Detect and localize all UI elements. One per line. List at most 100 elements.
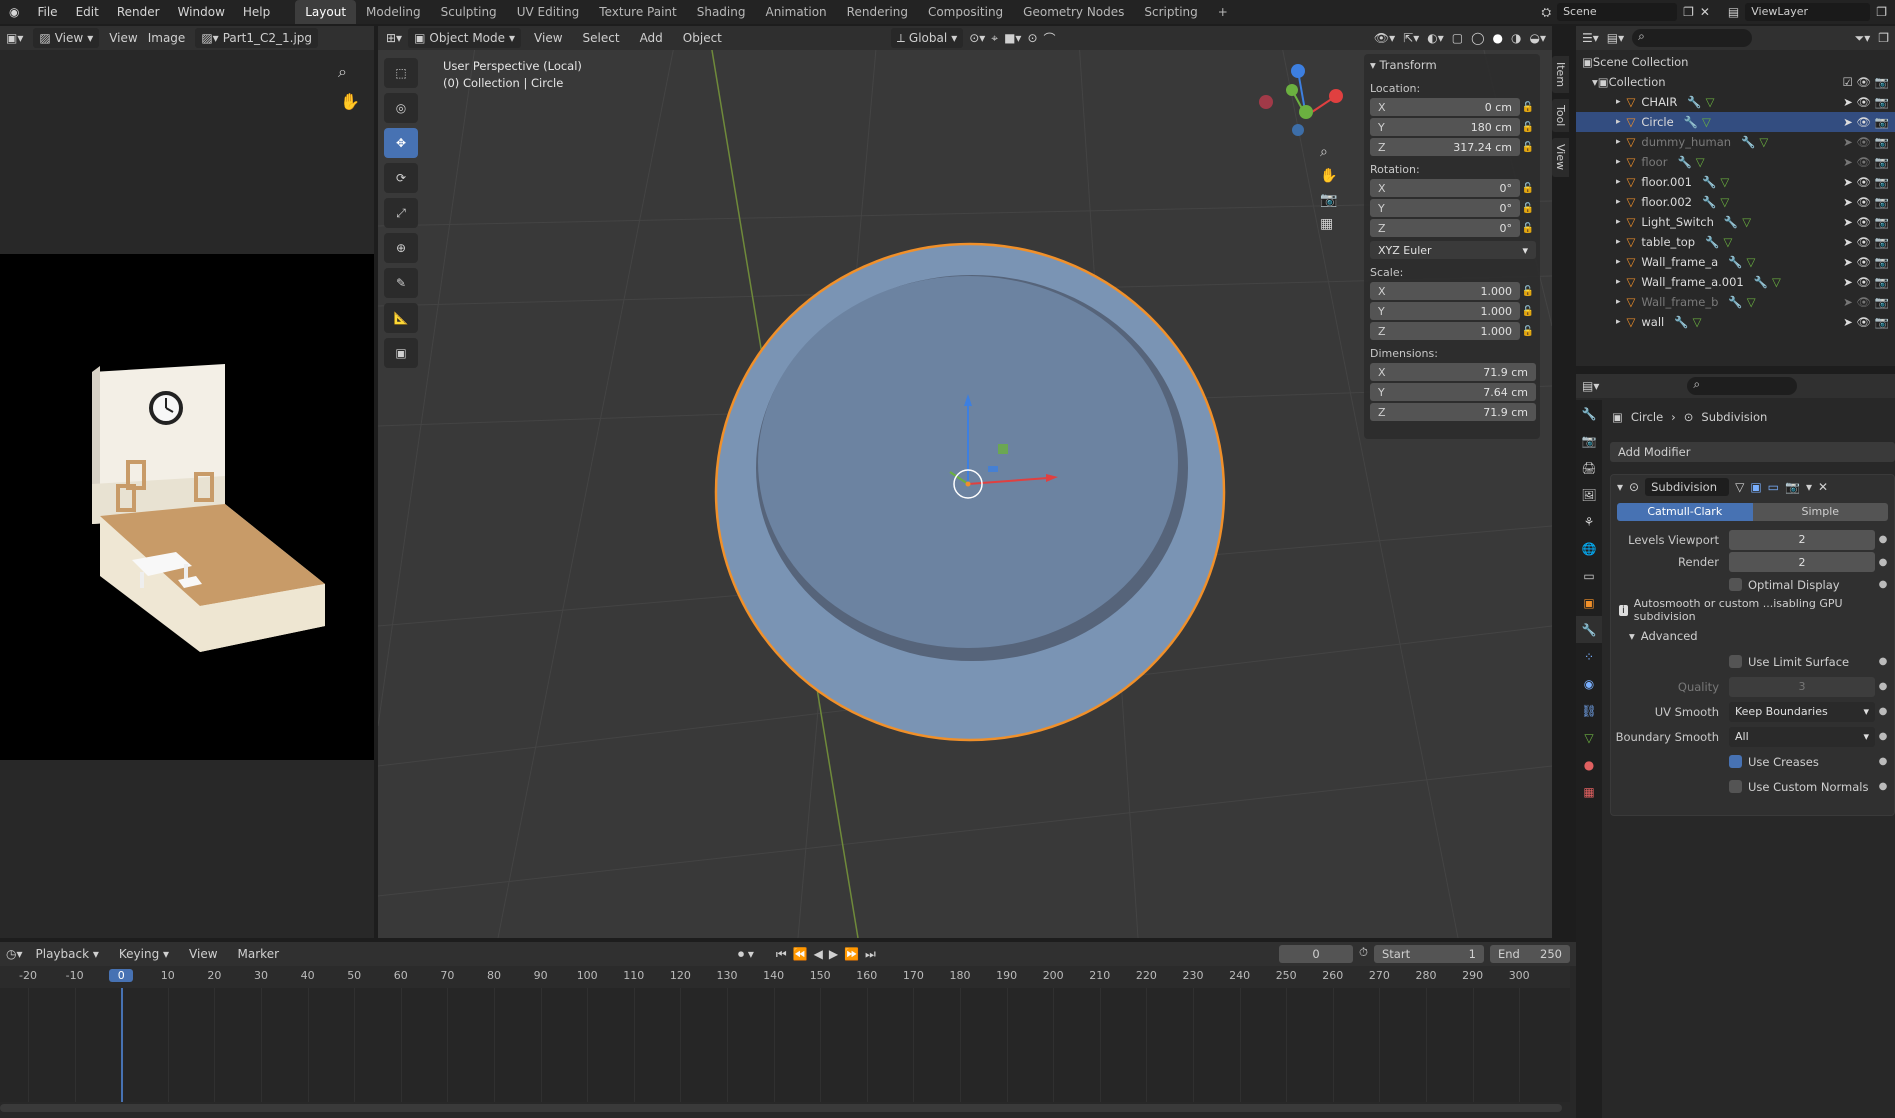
menu-file[interactable]: File (28, 0, 66, 24)
modifier-tab-icon[interactable]: 🔧 (1576, 616, 1602, 643)
tool-tab-icon[interactable]: 🔧 (1576, 400, 1602, 427)
prev-keyframe-icon[interactable]: ⏪ (793, 947, 808, 961)
outliner-item[interactable]: ▸ ▽ CHAIR 🔧 ▽ ➤ 👁 📷 (1576, 92, 1895, 112)
grid-icon[interactable]: ▦ (1320, 216, 1337, 232)
mesh-data-icon[interactable]: ▽ (1693, 315, 1702, 329)
blender-logo-icon[interactable]: ◉ (0, 0, 28, 24)
menu-view[interactable]: View (182, 944, 224, 964)
camera-icon[interactable]: 📷 (1875, 215, 1889, 229)
object-tab-icon[interactable]: ▣ (1576, 589, 1602, 616)
chevron-down-icon[interactable]: ▾ (1617, 480, 1623, 494)
cage-icon[interactable]: ▣ (1750, 480, 1761, 494)
lock-icon[interactable]: 🔓 (1520, 223, 1536, 234)
new-collection-icon[interactable]: ❐ (1878, 31, 1889, 45)
xray-icon[interactable]: ▢ (1452, 31, 1463, 45)
simple-button[interactable]: Simple (1752, 503, 1888, 521)
display-mode-icon[interactable]: ▤▾ (1607, 31, 1624, 45)
viewlayer-icon[interactable]: ▤ (1728, 5, 1739, 19)
menu-keying[interactable]: Keying ▾ (112, 944, 176, 964)
menu-marker[interactable]: Marker (231, 944, 286, 964)
timeline-scrollbar[interactable] (0, 1104, 1562, 1112)
falloff-icon[interactable]: ⌒ (1044, 30, 1056, 47)
mesh-data-icon[interactable]: ▽ (1772, 275, 1781, 289)
lock-icon[interactable]: 🔓 (1520, 203, 1536, 214)
playhead[interactable] (121, 988, 124, 1102)
outliner-item[interactable]: ▸ ▽ wall 🔧 ▽ ➤ 👁 📷 (1576, 312, 1895, 332)
measure-icon[interactable]: 📐 (384, 303, 418, 333)
eye-icon[interactable]: 👁 (1856, 115, 1871, 129)
tab-rendering[interactable]: Rendering (837, 0, 918, 24)
snap-icon[interactable]: ⌖ (991, 31, 998, 46)
tab-shading[interactable]: Shading (687, 0, 756, 24)
modifier-icon[interactable]: 🔧 (1677, 155, 1691, 169)
checkbox-icon[interactable]: ☑ 👁 📷 (1842, 75, 1895, 89)
select-box-icon[interactable]: ⬚ (384, 58, 418, 88)
eye-icon[interactable]: 👁 (1856, 95, 1871, 109)
select-arrow-icon[interactable]: ➤ (1843, 175, 1853, 189)
expand-icon[interactable]: ▸ (1616, 297, 1621, 307)
editor-type-icon[interactable]: ▣▾ (6, 31, 23, 45)
mesh-data-icon[interactable]: ▽ (1696, 155, 1705, 169)
use-limit-surface-checkbox[interactable]: Use Limit Surface (1729, 655, 1875, 669)
collection-tab-icon[interactable]: ▭ (1576, 562, 1602, 589)
modifier-name-input[interactable]: Subdivision (1645, 478, 1730, 496)
zoom-icon[interactable]: ⌕ (338, 62, 347, 82)
viewport-display-icon[interactable]: ▭ (1768, 480, 1779, 494)
timeline-track-area[interactable] (0, 988, 1570, 1102)
keyframe-dot-icon[interactable]: ● (1875, 756, 1891, 767)
select-arrow-icon[interactable]: ➤ (1843, 255, 1853, 269)
lock-icon[interactable]: 🔓 (1520, 326, 1536, 337)
texture-tab-icon[interactable]: ▦ (1576, 778, 1602, 805)
image-selector[interactable]: ▨▾ Part1_C2_1.jpg (195, 28, 319, 48)
viewlayer-selector[interactable]: ViewLayer (1745, 3, 1871, 21)
select-arrow-icon[interactable]: ➤ (1843, 115, 1853, 129)
tab-compositing[interactable]: Compositing (918, 0, 1013, 24)
transform-icon[interactable]: ⊕ (384, 233, 418, 263)
modifier-icon[interactable]: 🔧 (1702, 175, 1716, 189)
menu-select[interactable]: Select (576, 28, 627, 48)
eye-icon[interactable]: 👁 (1856, 135, 1871, 149)
menu-edit[interactable]: Edit (67, 0, 108, 24)
tab-modeling[interactable]: Modeling (356, 0, 431, 24)
scene-icon[interactable]: ⛭ (1541, 5, 1551, 20)
mesh-data-icon[interactable]: ▽ (1702, 115, 1711, 129)
expand-icon[interactable]: ▸ (1616, 97, 1621, 107)
outliner-item[interactable]: ▸ ▽ Wall_frame_a.001 🔧 ▽ ➤ 👁 📷 (1576, 272, 1895, 292)
menu-view[interactable]: View (527, 28, 569, 48)
expand-icon[interactable]: ▸ (1616, 117, 1621, 127)
proportional-icon[interactable]: ⊙ (1027, 31, 1037, 45)
start-frame-field[interactable]: Start 1 (1374, 945, 1484, 963)
chevron-down-icon[interactable]: ▾ (1806, 480, 1812, 494)
play-reverse-icon[interactable]: ◀ (814, 947, 823, 961)
eye-icon[interactable]: 👁 (1856, 215, 1871, 229)
select-arrow-icon[interactable]: ➤ (1843, 155, 1853, 169)
orientation-dropdown[interactable]: ⟂ Global ▾ (890, 28, 964, 48)
menu-image[interactable]: Image (148, 31, 186, 45)
camera-icon[interactable]: 📷 (1875, 295, 1889, 309)
camera-icon[interactable]: 📷 (1875, 255, 1889, 269)
keyframe-dot-icon[interactable]: ● (1875, 731, 1891, 742)
close-icon[interactable]: ✕ (1818, 480, 1828, 494)
menu-view[interactable]: View (109, 31, 137, 45)
lock-icon[interactable]: 🔓 (1520, 286, 1536, 297)
menu-playback[interactable]: Playback ▾ (29, 944, 106, 964)
expand-icon[interactable]: ▸ (1616, 177, 1621, 187)
lock-icon[interactable]: 🔓 (1520, 122, 1536, 133)
filter-icon[interactable]: ⏷▾ (1855, 31, 1871, 46)
mode-dropdown[interactable]: ▣ Object Mode ▾ (408, 28, 522, 48)
tab-scripting[interactable]: Scripting (1134, 0, 1207, 24)
scale-icon[interactable]: ⤢ (384, 198, 418, 228)
tab-geometry-nodes[interactable]: Geometry Nodes (1013, 0, 1134, 24)
eye-icon[interactable]: 👁 (1856, 295, 1871, 309)
expand-icon[interactable]: ▸ (1616, 257, 1621, 267)
camera-icon[interactable]: 📷 (1875, 235, 1889, 249)
use-custom-normals-checkbox[interactable]: Use Custom Normals (1729, 780, 1875, 794)
physics-tab-icon[interactable]: ◉ (1576, 670, 1602, 697)
next-keyframe-icon[interactable]: ⏩ (844, 947, 859, 961)
uv-smooth-dropdown[interactable]: Keep Boundaries ▾ (1729, 701, 1875, 722)
output-tab-icon[interactable]: 🖨 (1576, 454, 1602, 481)
lock-icon[interactable]: 🔓 (1520, 183, 1536, 194)
camera-icon[interactable]: 📷 (1875, 175, 1889, 189)
snap-target-icon[interactable]: ■▾ (1004, 31, 1021, 45)
select-arrow-icon[interactable]: ➤ (1843, 95, 1853, 109)
